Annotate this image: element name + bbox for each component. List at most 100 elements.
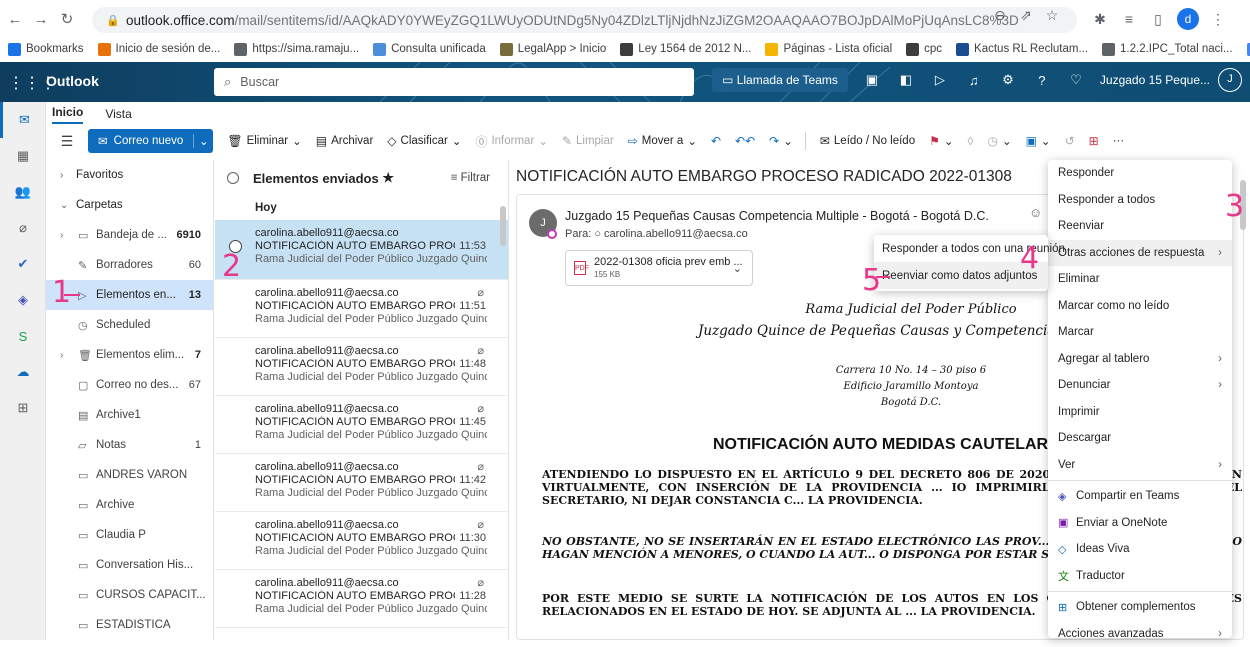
folder-item[interactable]: ▱Notas1 (46, 430, 213, 460)
menu-item[interactable]: Agregar al tablero› (1048, 346, 1232, 373)
sharepoint-icon[interactable]: S (0, 318, 46, 354)
reading-list-icon[interactable]: ≡ (1119, 11, 1139, 27)
folder-item[interactable]: ▭CURSOS CAPACIT... (46, 580, 213, 610)
bookmark-item[interactable]: Consulta unificada (373, 43, 486, 56)
message-item[interactable]: carolina.abello911@aecsa.coNOTIFICACIÓN … (215, 512, 508, 570)
archive-button[interactable]: ▤Archivar (316, 134, 374, 148)
report-button[interactable]: ⓪Informar ⌄ (475, 133, 547, 150)
back-icon[interactable]: ← (4, 11, 26, 28)
scrollbar[interactable] (500, 206, 506, 246)
folder-item[interactable]: ▭Claudia P (46, 520, 213, 550)
forward-button[interactable]: ↷ ⌄ (769, 134, 793, 148)
address-bar[interactable]: 🔒 outlook.office.com/mail/sentitems/id/A… (92, 7, 1077, 33)
menu-item[interactable]: ▣Enviar a OneNote (1048, 510, 1232, 537)
people-icon[interactable]: 👥 (0, 174, 46, 210)
folder-item[interactable]: ▭ANDRES VARON (46, 460, 213, 490)
meet-icon[interactable]: ▣ (862, 72, 882, 88)
settings-icon[interactable]: ⚙ (998, 72, 1018, 88)
pin-button[interactable]: ◊ (968, 134, 974, 148)
mail-icon[interactable]: ✉ (0, 102, 46, 138)
todo-icon[interactable]: ▷ (930, 72, 950, 88)
attachment[interactable]: PDF 2022-01308 oficia prev emb ...155 KB… (565, 250, 753, 286)
categorize-button[interactable]: ◇Clasificar ⌄ (387, 134, 461, 148)
bookmark-item[interactable]: https://sima.ramaju... (234, 43, 359, 56)
folder-item[interactable]: ▭Conversation His... (46, 550, 213, 580)
sidepanel-icon[interactable]: ▯ (1148, 11, 1168, 28)
menu-item[interactable]: 文Traductor (1048, 563, 1232, 590)
menu-item[interactable]: Marcar (1048, 319, 1232, 346)
bookmark-item[interactable]: Páginas - Lista oficial (765, 43, 892, 56)
reply-button[interactable]: ↶ (711, 134, 721, 148)
menu-item[interactable]: Imprimir (1048, 399, 1232, 426)
reload-icon[interactable]: ↻ (56, 10, 78, 28)
onenote-header-icon[interactable]: ◧ (896, 72, 916, 88)
menu-item[interactable]: Descargar (1048, 425, 1232, 452)
bookmark-item[interactable]: cpc (906, 43, 942, 56)
search-box[interactable]: ⌕ Buscar (214, 68, 694, 96)
extensions-icon[interactable]: ✱ (1090, 11, 1110, 28)
folder-item[interactable]: ▤Archive1 (46, 400, 213, 430)
favorites-header[interactable]: ›Favoritos (46, 160, 213, 190)
bookmark-item[interactable]: Inicio de sesión de... (98, 43, 221, 56)
hamburger-icon[interactable]: ☰ (52, 133, 82, 150)
read-unread-button[interactable]: ✉Leído / No leído (820, 134, 915, 148)
bookmark-star-icon[interactable]: ☆ (1041, 7, 1063, 24)
menu-item[interactable]: Reenviar (1048, 213, 1232, 240)
menu-item[interactable]: ◈Compartir en Teams (1048, 483, 1232, 510)
share-icon[interactable]: ⇗ (1015, 7, 1037, 24)
message-item[interactable]: carolina.abello911@aecsa.coNOTIFICACIÓN … (215, 280, 508, 338)
menu-item[interactable]: ⊞Obtener complementos (1048, 594, 1232, 621)
menu-item[interactable]: Ver› (1048, 452, 1232, 479)
menu-item[interactable]: Responder a todos (1048, 187, 1232, 214)
teams-rail-icon[interactable]: ◈ (0, 282, 46, 318)
bookmark-item[interactable]: Bookmarks (8, 43, 84, 56)
bell-icon[interactable]: ♫ (964, 73, 984, 88)
sweep-button[interactable]: ✎Limpiar (562, 134, 614, 148)
message-item[interactable]: carolina.abello911@aecsa.coNOTIFICACIÓN … (215, 396, 508, 454)
chevron-down-icon[interactable]: ⌄ (193, 134, 213, 148)
forward-icon[interactable]: → (30, 11, 52, 28)
chevron-right-icon[interactable]: › (60, 350, 63, 361)
bookmark-item[interactable]: Ley 1564 de 2012 N... (620, 43, 751, 56)
profile-avatar[interactable]: d (1177, 8, 1199, 30)
move-to-button[interactable]: ⇨Mover a ⌄ (628, 134, 697, 148)
reply-all-button[interactable]: ↶↶ (735, 134, 755, 148)
folder-item[interactable]: ▭Archive (46, 490, 213, 520)
bookmark-item[interactable]: LegalApp > Inicio (500, 43, 607, 56)
tab-inicio[interactable]: Inicio (52, 105, 83, 124)
folder-item[interactable]: ▭ESTADISTICA (46, 610, 213, 640)
onedrive-icon[interactable]: ☁ (0, 354, 46, 390)
folder-item[interactable]: ▢Correo no des...67 (46, 370, 213, 400)
tab-vista[interactable]: Vista (105, 107, 131, 124)
flag-button[interactable]: ⚑ ⌄ (929, 134, 953, 148)
bookmark-item[interactable]: Google Traductor (1247, 43, 1250, 56)
rules-button[interactable]: ▣ ⌄ (1026, 134, 1051, 148)
folders-header[interactable]: ⌄Carpetas (46, 190, 213, 220)
filter-button[interactable]: ≡ Filtrar (451, 172, 490, 184)
emoji-icon[interactable]: ☺ (1029, 205, 1042, 220)
account-menu[interactable]: Juzgado 15 Peque... J (1100, 68, 1242, 92)
folder-item[interactable]: ◷Scheduled (46, 310, 213, 340)
calendar-icon[interactable]: ▦ (0, 138, 46, 174)
apps-icon[interactable]: ⊞ (0, 390, 46, 426)
chevron-down-icon[interactable]: ⌄ (733, 262, 742, 275)
star-icon[interactable]: ★ (382, 170, 394, 186)
menu-item[interactable]: Responder (1048, 160, 1232, 187)
snooze-button[interactable]: ◷ ⌄ (987, 134, 1011, 148)
delete-button[interactable]: 🗑Eliminar ⌄ (227, 134, 301, 148)
message-item[interactable]: carolina.abello911@aecsa.coNOTIFICACIÓN … (215, 220, 508, 280)
menu-item[interactable]: Acciones avanzadas› (1048, 621, 1232, 647)
teams-call-button[interactable]: ▭ Llamada de Teams (712, 68, 848, 92)
menu-item[interactable]: Marcar como no leído (1048, 293, 1232, 320)
chevron-right-icon[interactable]: › (60, 230, 63, 241)
select-all-checkbox[interactable] (227, 172, 239, 184)
zoom-icon[interactable]: ⊖ (989, 7, 1011, 24)
bookmark-item[interactable]: Kactus RL Reclutam... (956, 43, 1088, 56)
help-icon[interactable]: ? (1032, 73, 1052, 88)
todo-rail-icon[interactable]: ✔ (0, 246, 46, 282)
menu-item[interactable]: Eliminar (1048, 266, 1232, 293)
more-options-button[interactable]: ··· (1113, 135, 1125, 147)
undo-button[interactable]: ↺ (1065, 134, 1075, 148)
recipient[interactable]: Para: ○ carolina.abello911@aecsa.co (565, 228, 748, 240)
menu-item[interactable]: Otras acciones de respuesta› (1048, 240, 1232, 267)
